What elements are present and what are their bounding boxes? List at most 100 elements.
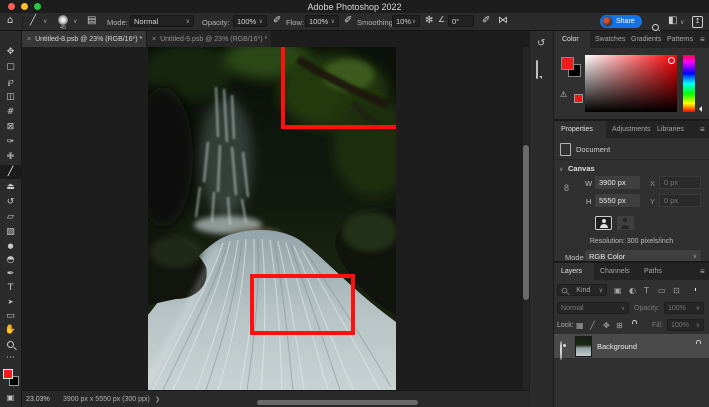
dodge-tool[interactable]: ◓ [0, 253, 21, 267]
frame-tool[interactable]: ⊠ [0, 120, 21, 134]
edit-toolbar-icon[interactable]: ⋯ [0, 351, 21, 365]
object-selection-tool[interactable]: ◫ [0, 90, 21, 104]
type-tool[interactable]: T [0, 281, 21, 295]
tab-paths[interactable]: Paths [644, 268, 662, 275]
layer-name[interactable]: Background [597, 342, 637, 351]
chevron-down-icon[interactable]: ∨ [680, 19, 684, 26]
landscape-orientation-button[interactable] [617, 216, 634, 230]
hue-slider[interactable] [683, 55, 695, 112]
eraser-tool[interactable]: ▱ [0, 210, 21, 224]
flow-dropdown[interactable]: 100% ∨ [305, 15, 339, 27]
comments-icon[interactable] [536, 60, 538, 79]
airbrush-icon[interactable]: ✐ [344, 16, 352, 26]
smoothing-dropdown[interactable]: 10% ∨ [392, 15, 420, 27]
foreground-color-swatch[interactable] [3, 369, 13, 379]
layer-filter-dropdown[interactable]: Kind ∨ [557, 284, 607, 296]
screen-mode-icon[interactable]: ▣ [0, 391, 21, 405]
gamut-warning-icon[interactable]: ⚠ [560, 91, 567, 99]
canvas-section-label[interactable]: Canvas [568, 164, 595, 173]
spot-healing-tool[interactable]: ✙ [0, 150, 21, 164]
vertical-scrollbar[interactable] [523, 47, 529, 390]
tab-swatches[interactable]: Swatches [595, 36, 625, 43]
brush-tool-icon[interactable]: ╱ [30, 16, 36, 26]
vertical-scrollbar-thumb[interactable] [523, 145, 529, 300]
width-field[interactable]: 3900 px [595, 176, 640, 189]
portrait-orientation-button[interactable] [595, 216, 612, 230]
rectangle-tool[interactable]: ▭ [0, 309, 21, 323]
lock-position-icon[interactable]: ✥ [603, 321, 610, 330]
brush-angle-field[interactable]: 0° [448, 15, 474, 27]
close-icon[interactable]: × [152, 36, 156, 43]
filter-shape-layers-icon[interactable]: ▭ [658, 286, 666, 295]
canvas-image[interactable] [148, 47, 396, 390]
home-icon[interactable]: ⌂ [7, 16, 13, 26]
share-button[interactable]: Share [600, 15, 642, 28]
path-selection-tool[interactable]: ➤ [0, 295, 21, 309]
layer-thumbnail[interactable] [575, 336, 592, 357]
layer-opacity-dropdown[interactable]: 100% ∨ [664, 302, 704, 314]
hue-marker[interactable] [696, 106, 702, 112]
search-icon[interactable] [652, 24, 659, 31]
filter-pixel-layers-icon[interactable]: ▣ [614, 286, 622, 295]
filter-smart-objects-icon[interactable]: ⊡ [673, 286, 680, 295]
gradient-tool[interactable]: ▨ [0, 225, 21, 239]
brush-settings-panel-icon[interactable]: ▤ [87, 16, 96, 26]
hand-tool[interactable]: ✋ [0, 323, 21, 337]
filter-type-layers-icon[interactable]: T [644, 286, 649, 295]
height-field[interactable]: 5550 px [595, 194, 640, 207]
lock-artboard-icon[interactable]: ⊞ [616, 321, 623, 330]
tab-color[interactable]: Color [562, 36, 579, 43]
pressure-size-icon[interactable]: ✐ [482, 16, 490, 26]
tab-layers[interactable]: Layers [561, 268, 582, 275]
chevron-down-icon[interactable]: ∨ [73, 18, 77, 25]
collapse-chevron-icon[interactable]: ∨ [559, 166, 563, 173]
lock-pixels-icon[interactable]: ╱ [590, 321, 595, 330]
tab-gradients[interactable]: Gradients [631, 36, 661, 43]
tab-channels[interactable]: Channels [600, 268, 630, 275]
layer-row-background[interactable]: Background [554, 334, 709, 358]
history-brush-tool[interactable]: ↺ [0, 195, 21, 209]
close-icon[interactable]: × [27, 36, 31, 43]
export-icon[interactable]: ↥ [692, 16, 703, 28]
workspace-icon[interactable]: ◧ [668, 16, 677, 26]
lock-transparency-icon[interactable]: ▦ [576, 321, 584, 330]
lasso-tool[interactable]: ℘ [0, 75, 21, 89]
tab-adjustments[interactable]: Adjustments [612, 126, 651, 133]
chevron-down-icon[interactable]: ∨ [43, 18, 47, 25]
brush-preset-preview[interactable] [58, 15, 68, 25]
document-tab[interactable]: × Untitled-9.psb @ 23% (RGB/16*) * [146, 31, 271, 47]
brush-tool[interactable]: ╱ [0, 165, 21, 179]
foreground-color-swatch[interactable] [561, 57, 574, 70]
saturation-brightness-picker[interactable] [585, 55, 677, 112]
blur-tool[interactable]: ● [0, 239, 21, 253]
pen-tool[interactable]: ✒ [0, 267, 21, 281]
move-tool[interactable]: ✥ [0, 45, 21, 59]
crop-tool[interactable]: # [0, 105, 21, 119]
marquee-tool[interactable]: ▢ [0, 60, 21, 74]
filter-adjustment-layers-icon[interactable]: ◐ [629, 286, 636, 295]
opacity-dropdown[interactable]: 100% ∨ [233, 15, 267, 27]
constrain-link-icon[interactable]: 8 [564, 183, 569, 193]
eyedropper-tool[interactable]: ✑ [0, 135, 21, 149]
panel-menu-icon[interactable]: ≡ [700, 35, 705, 44]
symmetry-icon[interactable]: ⋈ [498, 16, 508, 26]
pressure-opacity-icon[interactable]: ✐ [273, 16, 281, 26]
color-marker[interactable] [668, 57, 675, 64]
horizontal-scrollbar-thumb[interactable] [257, 400, 418, 405]
tab-patterns[interactable]: Patterns [667, 36, 693, 43]
layer-blend-mode-dropdown[interactable]: Normal ∨ [557, 302, 629, 314]
clone-stamp-tool[interactable]: ⏏ [0, 180, 21, 194]
tab-properties[interactable]: Properties [561, 126, 593, 133]
panel-menu-icon[interactable]: ≡ [700, 267, 705, 276]
layer-fill-dropdown[interactable]: 100% ∨ [667, 319, 704, 331]
layer-visibility-eye-icon[interactable] [560, 341, 562, 360]
version-history-icon[interactable]: ↺ [537, 39, 545, 49]
gear-icon[interactable]: ✻ [425, 16, 433, 26]
gamut-color-swatch[interactable] [574, 94, 583, 103]
tab-libraries[interactable]: Libraries [657, 126, 684, 133]
chevron-right-icon[interactable]: ❯ [155, 396, 160, 403]
document-tab-active[interactable]: × Untitled-8.psb @ 23% (RGB/16*) * [22, 31, 146, 47]
panel-menu-icon[interactable]: ≡ [700, 125, 705, 134]
zoom-tool[interactable] [0, 337, 21, 351]
blend-mode-dropdown[interactable]: Normal ∨ [130, 15, 194, 27]
